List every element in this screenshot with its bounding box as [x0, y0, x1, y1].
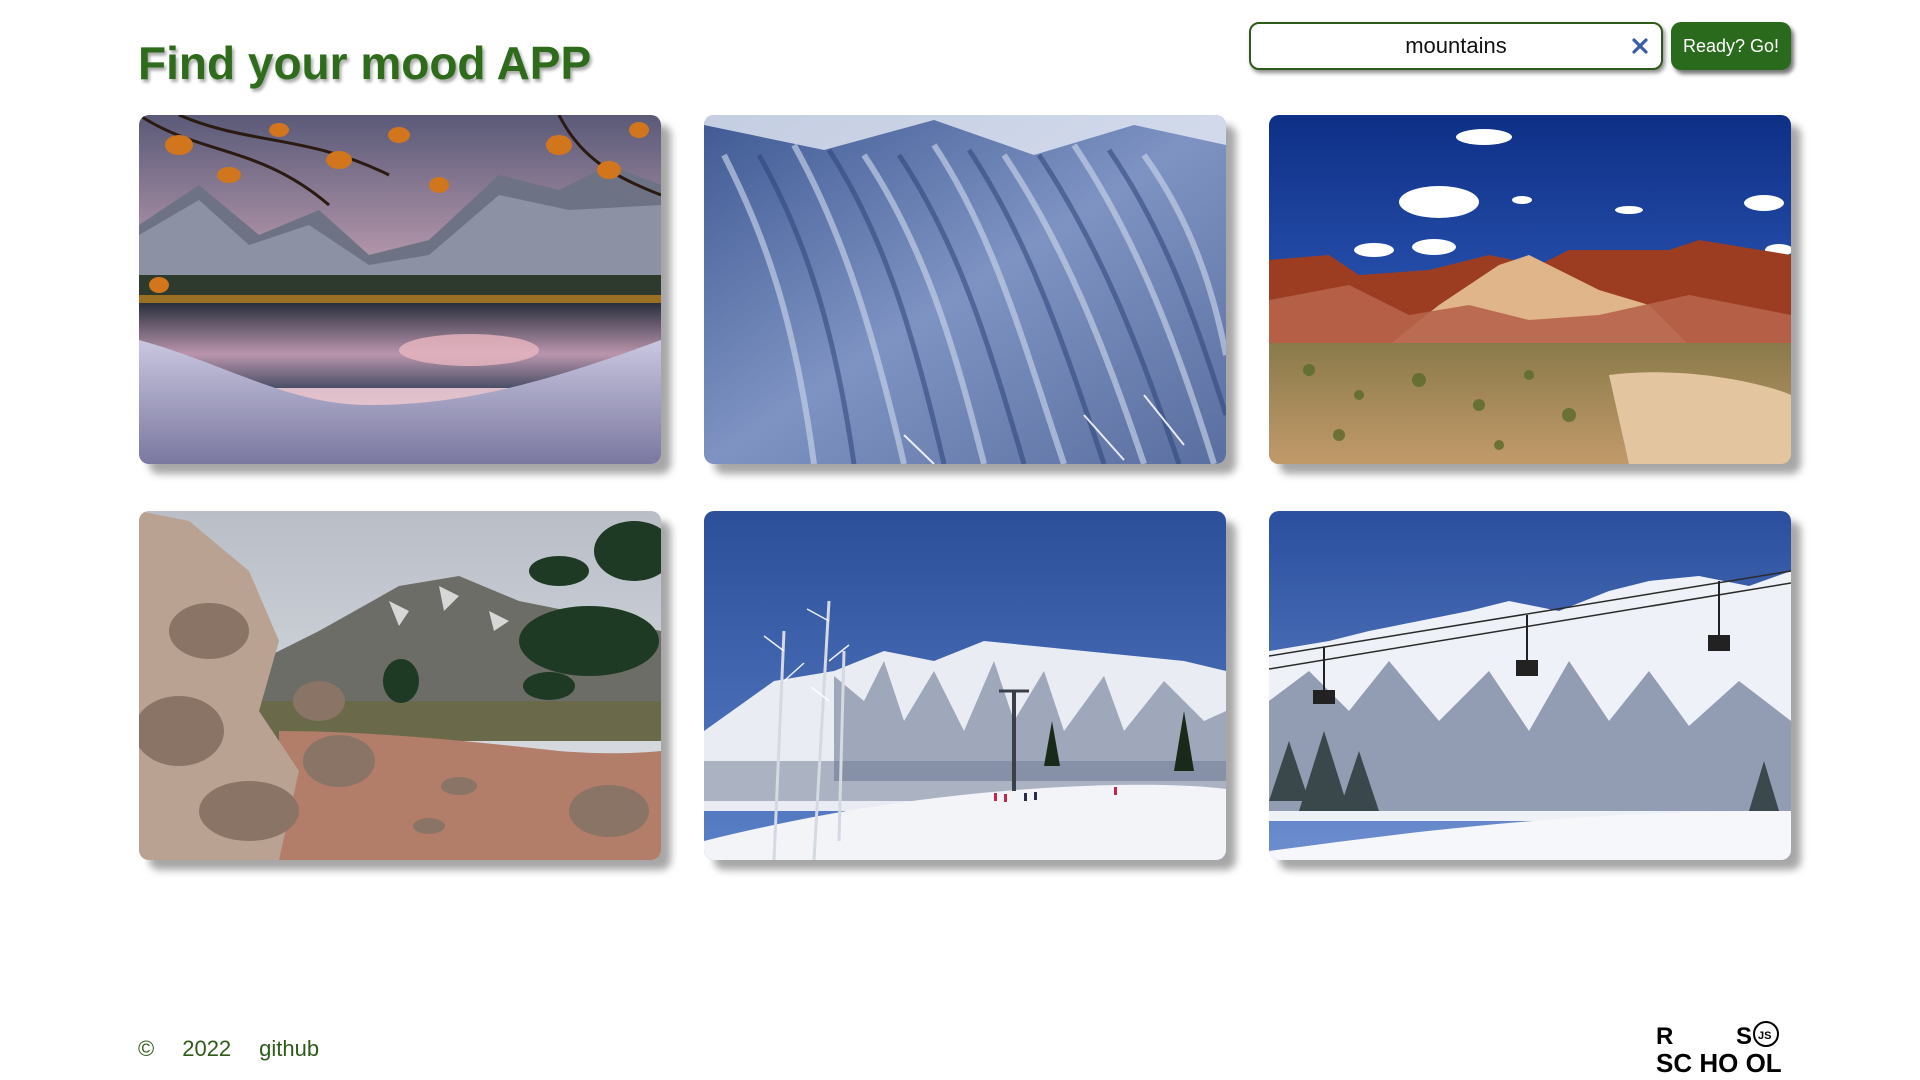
copyright-year: 2022 [182, 1036, 232, 1061]
photo-image [704, 511, 1226, 860]
search-box [1249, 22, 1663, 70]
github-link[interactable]: github [259, 1036, 319, 1062]
svg-text:R: R [1656, 1023, 1673, 1050]
page: Find your mood APP Ready? Go! [0, 0, 1920, 1080]
photo-image [1269, 115, 1791, 464]
photo-image [139, 511, 661, 860]
photo-card[interactable] [704, 115, 1226, 464]
photo-card[interactable] [1269, 115, 1791, 464]
footer: © 2022 github [138, 1036, 347, 1062]
svg-text:JS: JS [1758, 1030, 1771, 1042]
search-input[interactable] [1251, 24, 1661, 68]
photo-image [139, 115, 661, 464]
close-icon[interactable] [1627, 33, 1653, 59]
photo-card[interactable] [139, 115, 661, 464]
photo-card[interactable] [704, 511, 1226, 860]
page-title: Find your mood APP [138, 37, 592, 89]
copyright-symbol: © [138, 1036, 155, 1061]
photo-card[interactable] [139, 511, 661, 860]
svg-text:S: S [1736, 1023, 1752, 1050]
photo-image [704, 115, 1226, 464]
search-button[interactable]: Ready? Go! [1671, 22, 1791, 70]
rs-school-logo[interactable]: R S JS SC HO OL [1654, 1020, 1794, 1076]
photo-gallery [139, 115, 1791, 860]
photo-image [1269, 511, 1791, 860]
svg-text:SC HO OL: SC HO OL [1656, 1048, 1782, 1076]
photo-card[interactable] [1269, 511, 1791, 860]
search-form: Ready? Go! [1249, 22, 1791, 70]
